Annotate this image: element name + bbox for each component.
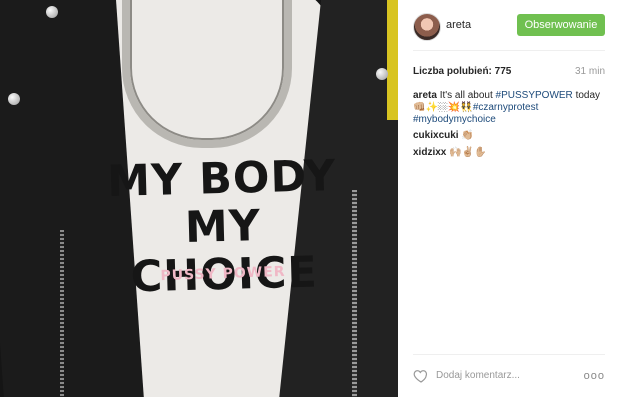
shirt-line-1: MY BODY <box>106 151 337 208</box>
divider <box>413 50 605 51</box>
likes-count[interactable]: Liczba polubień: 775 <box>413 66 511 77</box>
avatar[interactable] <box>413 13 441 41</box>
caption: areta It's all about #PUSSYPOWER today 👊… <box>413 90 608 126</box>
comment-text: 🙌🏼✌🏼✋🏼 <box>449 147 487 158</box>
more-options-icon[interactable]: ooo <box>584 370 605 382</box>
post-header: areta Obserwowanie <box>413 13 605 41</box>
comment-text: 👏🏼 <box>461 130 474 141</box>
comment-item: xidzixx 🙌🏼✌🏼✋🏼 <box>413 147 608 159</box>
timestamp[interactable]: 31 min <box>575 66 605 77</box>
stud-icon <box>376 68 388 80</box>
caption-username[interactable]: areta <box>413 90 437 101</box>
post-sidebar: areta Obserwowanie Liczba polubień: 775 … <box>398 0 620 397</box>
hashtag-link[interactable]: #PUSSYPOWER <box>496 90 573 101</box>
zipper-right <box>352 190 357 397</box>
chain-necklace <box>122 0 292 148</box>
comment-username[interactable]: xidzixx <box>413 147 446 158</box>
shirt-line-2: MY CHOICE <box>130 201 319 303</box>
caption-emojis: 👊🏼✨🏼💥👯 <box>413 102 473 113</box>
follow-button[interactable]: Obserwowanie <box>517 14 605 36</box>
caption-text-pre: It's all about <box>439 90 493 101</box>
zipper-left <box>60 230 64 397</box>
hashtag-link[interactable]: #czarnyprotest <box>473 102 539 113</box>
instagram-post: MY BODY MY CHOICE PUSSY POWER areta Obse… <box>0 0 620 397</box>
stud-icon <box>8 93 20 105</box>
yellow-strip <box>387 0 398 120</box>
caption-text-mid: today <box>575 90 601 101</box>
divider <box>413 354 605 355</box>
comment-input[interactable]: Dodaj komentarz... <box>436 370 520 381</box>
heart-icon[interactable] <box>413 368 429 384</box>
hashtag-link[interactable]: #mybodymychoice <box>413 114 496 125</box>
stud-icon <box>46 6 58 18</box>
comment-item: cukixcuki 👏🏼 <box>413 130 608 142</box>
comment-username[interactable]: cukixcuki <box>413 130 459 141</box>
username-link[interactable]: areta <box>446 19 471 31</box>
post-photo: MY BODY MY CHOICE PUSSY POWER <box>0 0 398 397</box>
